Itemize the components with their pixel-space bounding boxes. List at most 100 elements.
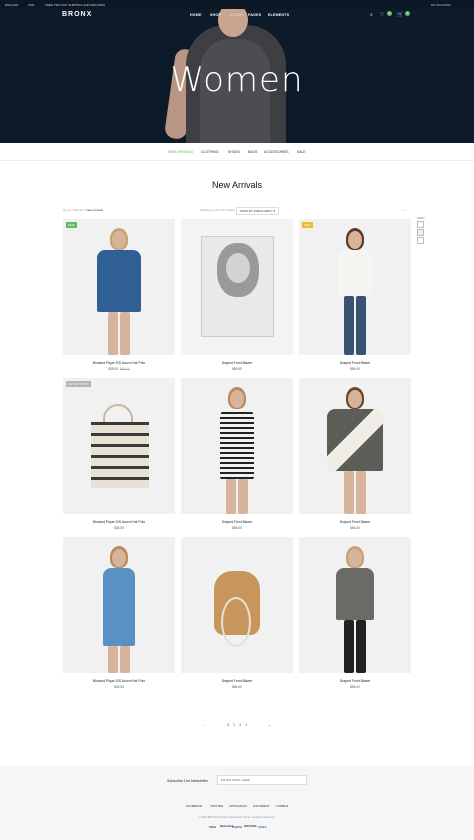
pager-page-2[interactable]: 2	[233, 722, 235, 727]
product-price-row: $56.00	[181, 526, 293, 530]
nav-pages[interactable]: PAGES	[248, 13, 261, 17]
product-price-row: $56.00	[299, 367, 411, 371]
product-price: $35.00	[108, 367, 118, 371]
breadcrumb: Home / Women / New Arrivals	[63, 208, 104, 212]
product-name[interactable]: Draped Front Blazer	[181, 361, 293, 365]
pager-page-4[interactable]: 4	[245, 722, 247, 727]
product-badge: NEW	[302, 222, 313, 228]
product-image[interactable]	[63, 537, 175, 673]
nav-elements[interactable]: ELEMENTS	[268, 13, 289, 17]
product-name[interactable]: Draped Front Blazer	[299, 679, 411, 683]
cart-count: 0	[405, 11, 410, 16]
product-card[interactable]: Blocked Pique S/S Acorn Knit Polo $35.00	[63, 537, 175, 689]
payment-paypal: PayPal	[232, 825, 242, 829]
product-price: $56.00	[232, 367, 242, 371]
sort-select[interactable]: SORT BY POPULARITY ▾	[236, 207, 280, 215]
product-old-price: $66.00	[120, 367, 130, 371]
currency-select[interactable]: USD	[28, 3, 34, 7]
category-shoes[interactable]: SHOES	[228, 150, 240, 154]
language-select[interactable]: ENGLISH	[5, 3, 18, 7]
product-card[interactable]: NEW Blocked Pique S/S Acorn Knit Polo $35.…	[63, 219, 175, 371]
grid-2-icon[interactable]	[417, 221, 424, 228]
pager-next[interactable]: →	[267, 722, 271, 727]
product-name[interactable]: Draped Front Blazer	[181, 679, 293, 683]
product-name[interactable]: Blocked Pique S/S Acorn Knit Polo	[63, 520, 175, 524]
product-image[interactable]	[181, 537, 293, 673]
product-price: $56.00	[350, 367, 360, 371]
product-price-row: $56.00	[299, 685, 411, 689]
product-card[interactable]: Draped Front Blazer $56.00	[299, 537, 411, 689]
pager-page-3[interactable]: 3	[239, 722, 241, 727]
product-card[interactable]: Draped Front Blazer $56.00	[181, 219, 293, 371]
social-facebook[interactable]: FACEBOOK	[186, 804, 203, 808]
nav-women[interactable]: WOMEN	[229, 13, 244, 17]
product-price-row: $35.00	[63, 526, 175, 530]
view-dots-icon[interactable]: • • •	[401, 208, 406, 212]
sort-select-label: SORT BY POPULARITY	[240, 209, 273, 213]
product-price: $35.00	[114, 526, 124, 530]
hero-title: Women	[170, 60, 304, 100]
product-card[interactable]: OUT OF STOCK Blocked Pique S/S Acorn Knit…	[63, 378, 175, 530]
product-image[interactable]	[299, 378, 411, 514]
social-instagram[interactable]: INSTAGRAM	[229, 804, 247, 808]
product-price-row: $35.00 $66.00	[63, 367, 175, 371]
copyright: © 2016 BRONX Shopping Wordpress Theme. A…	[198, 816, 276, 819]
list-icon[interactable]	[417, 237, 424, 244]
social-tumblr[interactable]: TUMBLR	[276, 804, 288, 808]
product-badge: NEW	[66, 222, 77, 228]
product-price: $56.00	[350, 526, 360, 530]
pager-prev[interactable]: ←	[201, 722, 205, 727]
grid-label: GRID	[417, 216, 425, 220]
top-bar: ENGLISH USD FREE TWO DAY SHIPPING AND RE…	[0, 0, 474, 9]
nav-shop[interactable]: SHOP	[210, 13, 221, 17]
product-image[interactable]	[181, 219, 293, 355]
category-sale[interactable]: SALE	[297, 150, 306, 154]
product-image[interactable]: OUT OF STOCK	[63, 378, 175, 514]
product-name[interactable]: Blocked Pique S/S Acorn Knit Polo	[63, 361, 175, 365]
product-name[interactable]: Draped Front Blazer	[299, 361, 411, 365]
payment-amex: AMEX	[258, 825, 267, 829]
product-price-row: $35.00	[63, 685, 175, 689]
my-account-link[interactable]: MY ACCOUNT	[431, 3, 451, 7]
product-card[interactable]: Draped Front Blazer $56.00	[181, 537, 293, 689]
breadcrumb-women[interactable]: Women	[74, 208, 84, 212]
product-price: $56.00	[232, 526, 242, 530]
product-name[interactable]: Draped Front Blazer	[299, 520, 411, 524]
product-image[interactable]: NEW	[299, 219, 411, 355]
product-card[interactable]: NEW Draped Front Blazer $56.00	[299, 219, 411, 371]
result-count: Showing 1–9 of 36 results	[200, 208, 235, 212]
category-new-arrivals[interactable]: NEW ARRIVALS	[168, 150, 193, 154]
product-price: $35.00	[114, 685, 124, 689]
product-name[interactable]: Blocked Pique S/S Acorn Knit Polo	[63, 679, 175, 683]
search-icon[interactable]: ⌕	[370, 12, 373, 18]
site-logo[interactable]: BRONX	[62, 11, 92, 18]
social-twitter[interactable]: TWITTER	[210, 804, 223, 808]
social-pinterest[interactable]: PINTEREST	[253, 804, 270, 808]
category-bags[interactable]: BAGS	[248, 150, 257, 154]
product-image[interactable]: NEW	[63, 219, 175, 355]
promo-text: FREE TWO DAY SHIPPING AND RETURNS	[45, 3, 106, 7]
cart-icon[interactable]: 🛒	[397, 12, 403, 18]
heart-icon[interactable]: ♡	[380, 12, 384, 18]
newsletter-label: Subscribe Our Newsletter	[167, 779, 208, 783]
product-price-row: $56.00	[181, 367, 293, 371]
product-price-row: $56.00	[181, 685, 293, 689]
pager-page-1[interactable]: 1	[227, 722, 229, 727]
product-card[interactable]: Draped Front Blazer $56.00	[181, 378, 293, 530]
payment-discover: DISCOVER	[244, 825, 257, 828]
product-badge: OUT OF STOCK	[66, 381, 91, 387]
section-title: New Arrivals	[211, 180, 262, 190]
product-image[interactable]	[299, 537, 411, 673]
product-image[interactable]	[181, 378, 293, 514]
breadcrumb-home[interactable]: Home	[63, 208, 71, 212]
newsletter-email-input[interactable]	[217, 775, 307, 785]
category-clothing[interactable]: CLOTHING	[201, 150, 219, 154]
product-price: $56.00	[232, 685, 242, 689]
product-card[interactable]: Draped Front Blazer $56.00	[299, 378, 411, 530]
grid-3-icon[interactable]	[417, 229, 424, 236]
view-switcher: GRID	[417, 216, 426, 244]
wishlist-count: 0	[387, 11, 392, 16]
category-accessories[interactable]: ACCESSORIES	[264, 150, 289, 154]
nav-home[interactable]: HOME	[190, 13, 202, 17]
product-name[interactable]: Draped Front Blazer	[181, 520, 293, 524]
